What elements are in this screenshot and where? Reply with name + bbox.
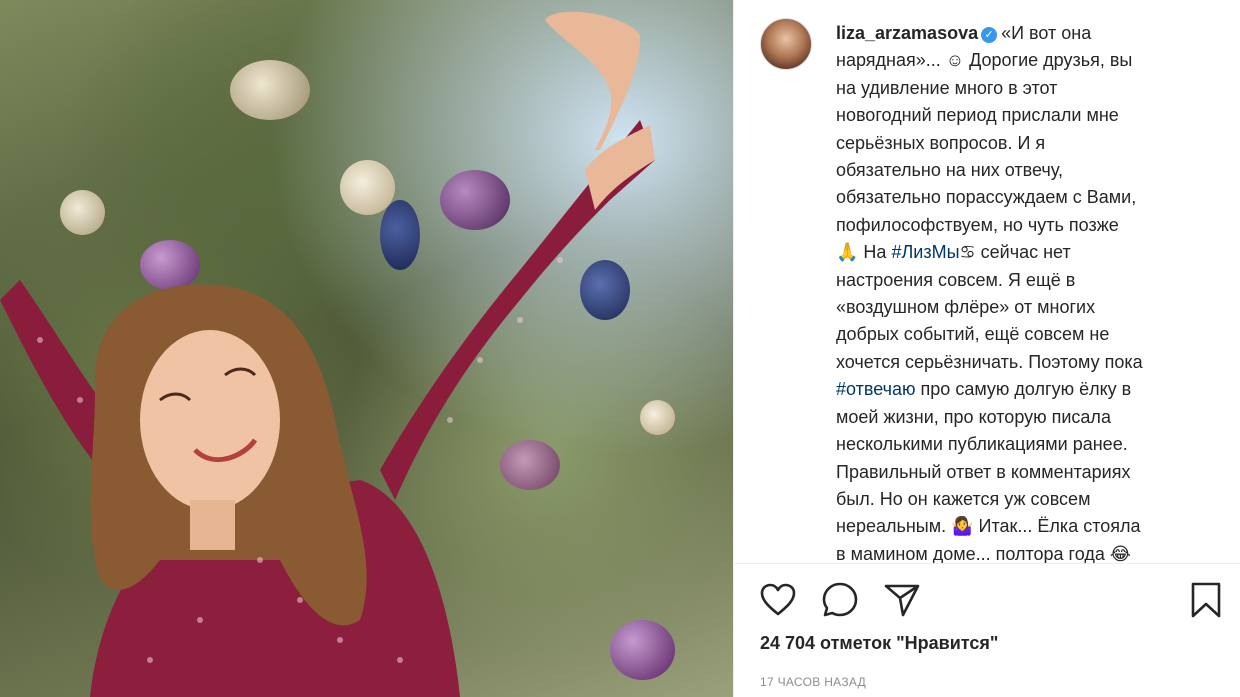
- likes-count[interactable]: 24 704 отметок "Нравится": [760, 633, 998, 654]
- post-photo[interactable]: [0, 0, 733, 697]
- avatar[interactable]: [760, 18, 812, 70]
- hashtag-link[interactable]: #отвечаю: [836, 379, 916, 399]
- post-timestamp[interactable]: 17 ЧАСОВ НАЗАД: [760, 675, 866, 689]
- comment-icon: [822, 582, 858, 617]
- hashtag-link[interactable]: #ЛизМы: [891, 242, 959, 262]
- comment-button[interactable]: [820, 580, 860, 620]
- actions-divider: [734, 563, 1240, 564]
- bookmark-icon: [1191, 582, 1221, 618]
- heart-icon: [760, 583, 796, 616]
- caption-area: liza_arzamasova ✓ «И вот она нарядная»... …: [734, 0, 1240, 563]
- post-caption: liza_arzamasova ✓ «И вот она нарядная»... …: [836, 23, 1143, 563]
- save-button[interactable]: [1186, 580, 1226, 620]
- like-button[interactable]: [758, 580, 798, 620]
- share-icon: [884, 584, 920, 617]
- woman-figure: [0, 11, 655, 697]
- username-link[interactable]: liza_arzamasova: [836, 23, 978, 43]
- share-button[interactable]: [882, 580, 922, 620]
- verified-icon: ✓: [981, 27, 998, 43]
- post-panel: liza_arzamasova ✓ «И вот она нарядная»... …: [733, 0, 1240, 697]
